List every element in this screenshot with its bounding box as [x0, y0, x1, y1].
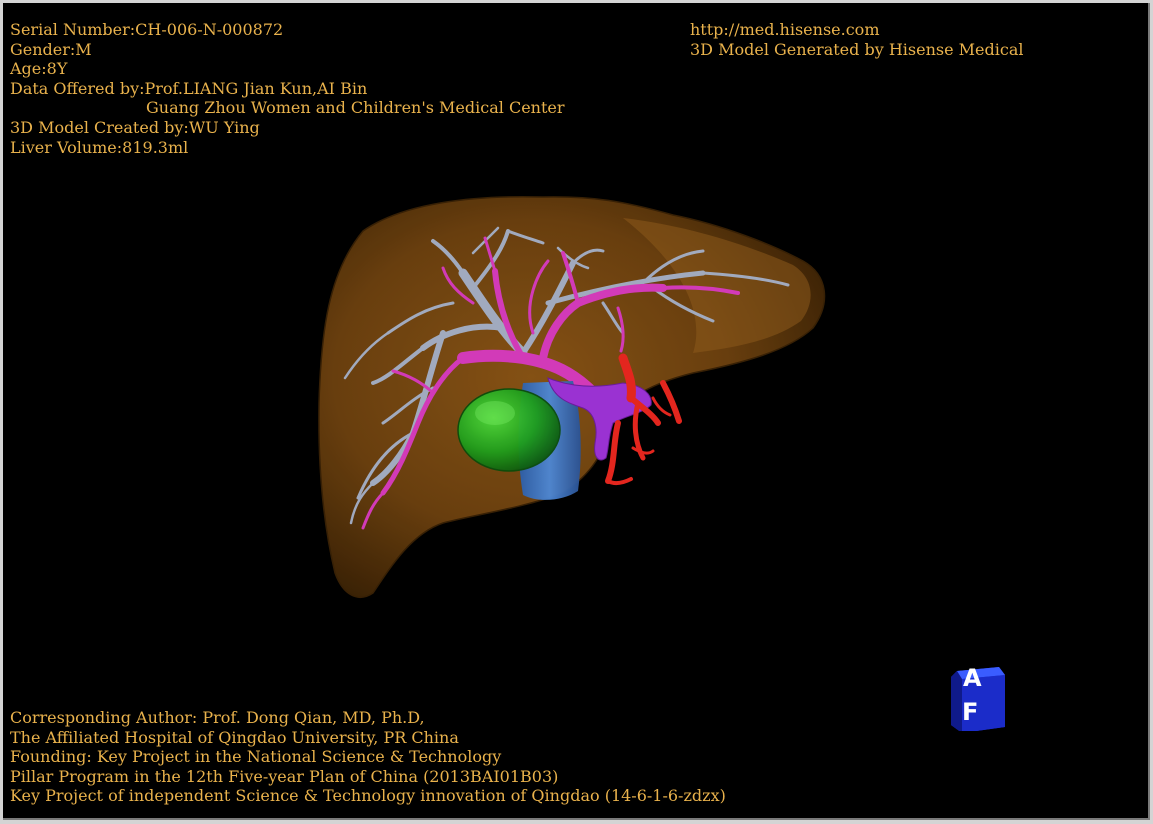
hospital: The Affiliated Hospital of Qingdao Unive… [10, 727, 459, 747]
tumor-mass [457, 388, 561, 472]
institution: Guang Zhou Women and Children's Medical … [146, 98, 565, 118]
orientation-cube[interactable]: A F [948, 663, 1006, 731]
3d-viewport[interactable]: Serial Number:CH-006-N-000872 Gender:M A… [3, 3, 1150, 820]
program: Pillar Program in the 12th Five-year Pla… [10, 766, 559, 786]
serial-number: Serial Number:CH-006-N-000872 [10, 20, 284, 39]
cube-label-front: F [962, 698, 979, 726]
credits-panel: Corresponding Author: Prof. Dong Qian, M… [10, 708, 726, 806]
model-generator: 3D Model Generated by Hisense Medical [690, 39, 1024, 59]
founding: Founding: Key Project in the National Sc… [10, 747, 502, 767]
model-created-by: 3D Model Created by:WU Ying [10, 117, 260, 137]
data-offered-by: Data Offered by:Prof.LIANG Jian Kun,AI B… [10, 78, 368, 98]
patient-info-panel: Serial Number:CH-006-N-000872 Gender:M A… [10, 20, 565, 157]
project: Key Project of independent Science & Tec… [10, 786, 726, 806]
age: Age:8Y [10, 59, 68, 79]
corresponding-author: Corresponding Author: Prof. Dong Qian, M… [10, 708, 425, 727]
gender: Gender:M [10, 39, 92, 59]
liver-volume: Liver Volume:819.3ml [10, 137, 189, 157]
vendor-info-panel: http://med.hisense.com 3D Model Generate… [690, 20, 1023, 59]
vendor-url: http://med.hisense.com [690, 20, 880, 39]
cube-label-anterior: A [963, 664, 982, 692]
tumor-highlight [475, 401, 515, 425]
